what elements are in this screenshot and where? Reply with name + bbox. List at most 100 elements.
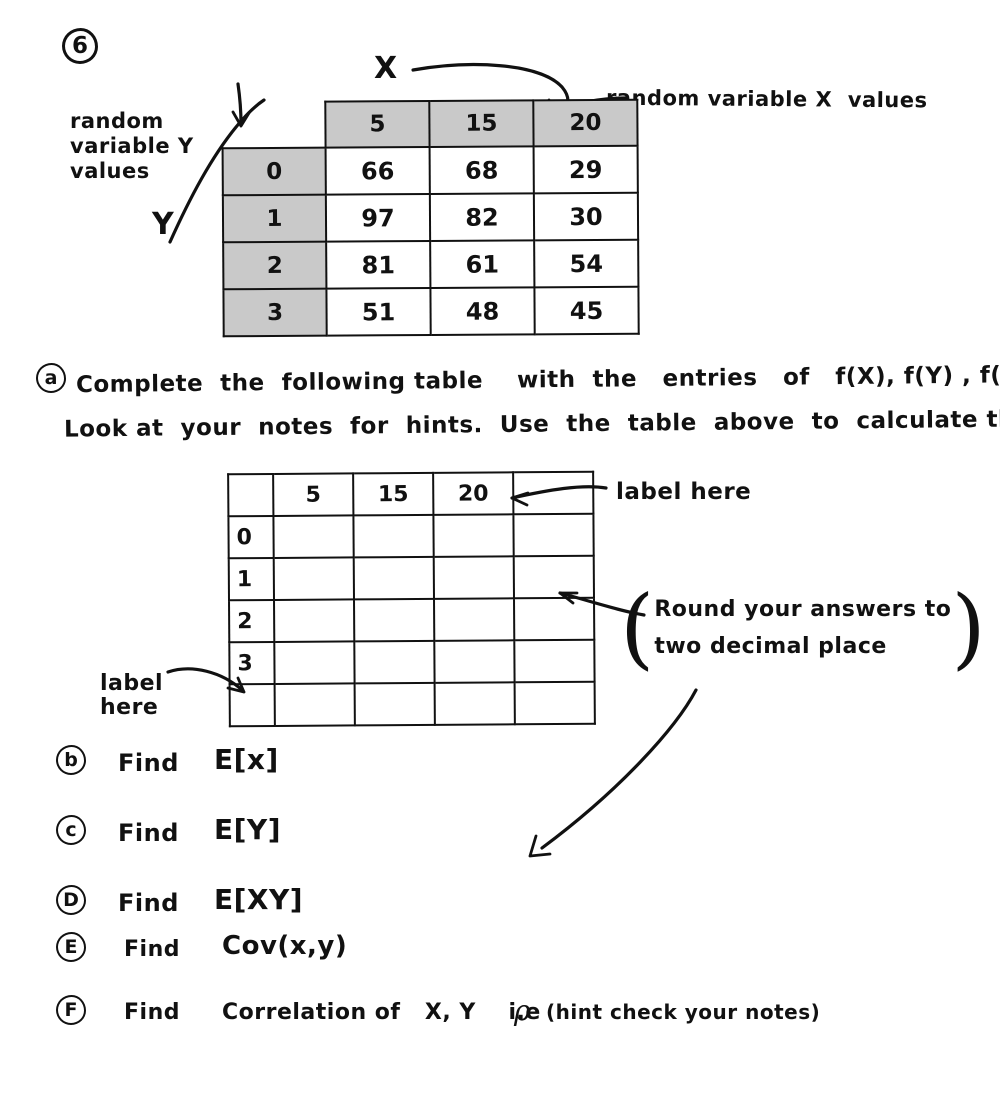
question-a-bullet: a bbox=[36, 363, 66, 393]
row-label-0: 0 bbox=[222, 147, 326, 196]
blank-row-label-0: 0 bbox=[228, 515, 274, 559]
blank-cell-r2-c1[interactable] bbox=[354, 598, 435, 642]
table-row: 0 66 68 29 bbox=[222, 145, 638, 196]
close-paren: ) bbox=[951, 576, 986, 679]
blank-table-header-row: 5 15 20 bbox=[228, 471, 594, 517]
y-values-note-line-3: values bbox=[70, 159, 150, 183]
column-header-2: 20 bbox=[533, 99, 638, 147]
row-label-2: 2 bbox=[223, 241, 327, 290]
question-c-marker: c bbox=[56, 815, 86, 845]
question-e-verb: Find bbox=[124, 937, 180, 962]
x-axis-label: X bbox=[374, 51, 398, 86]
blank-cell-r4-c3[interactable] bbox=[514, 681, 595, 725]
x-values-note: random variable X values bbox=[605, 85, 928, 113]
question-d-marker: D bbox=[56, 885, 86, 915]
question-f-bullet: F bbox=[56, 995, 86, 1025]
blank-cell-r4-c2[interactable] bbox=[434, 682, 515, 725]
blank-cell-r4-c0[interactable] bbox=[274, 683, 355, 726]
question-c-bullet: c bbox=[56, 815, 86, 845]
open-paren: ( bbox=[620, 576, 655, 679]
blank-table[interactable]: 5 15 20 0 1 2 3 bbox=[227, 471, 596, 728]
question-e-marker: E bbox=[56, 932, 86, 962]
answer-table: 5 15 20 0 1 2 3 bbox=[227, 471, 596, 728]
blank-row-label-2: 2 bbox=[229, 599, 275, 643]
cell-r2-c2: 54 bbox=[534, 239, 639, 288]
problem-number: 6 bbox=[62, 28, 98, 64]
problem-number-marker: 6 bbox=[62, 28, 98, 64]
blank-cell-r2-c2[interactable] bbox=[433, 598, 515, 641]
question-b-bullet: b bbox=[56, 745, 86, 775]
blank-cell-r4-c1[interactable] bbox=[354, 682, 435, 726]
cell-r1-c1: 82 bbox=[429, 193, 535, 242]
cell-r0-c0: 66 bbox=[325, 147, 430, 195]
cell-r3-c0: 51 bbox=[326, 288, 431, 336]
blank-cell-r3-c3[interactable] bbox=[514, 639, 595, 683]
table-header-row: 5 15 20 bbox=[222, 99, 638, 149]
data-table: 5 15 20 0 66 68 29 1 97 82 30 2 81 61 54… bbox=[221, 99, 639, 338]
blank-cell-r3-c0[interactable] bbox=[274, 641, 355, 684]
blank-cell-r0-c1[interactable] bbox=[353, 514, 434, 558]
question-d-verb: Find bbox=[118, 889, 179, 917]
blank-row-label-3: 3 bbox=[229, 641, 275, 685]
question-f-expression-prefix: Correlation of X, Y i.e bbox=[222, 1000, 541, 1025]
blank-cell-r1-c3[interactable] bbox=[513, 555, 594, 599]
y-values-note-line-2: variable Y bbox=[70, 134, 194, 158]
question-e-expression: Cov(x,y) bbox=[222, 931, 348, 961]
cell-r0-c1: 68 bbox=[429, 146, 534, 195]
cell-r1-c0: 97 bbox=[325, 194, 431, 242]
table-row: 1 97 82 30 bbox=[222, 192, 639, 243]
blank-cell-r2-c3[interactable] bbox=[513, 597, 595, 641]
question-c-verb: Find bbox=[118, 819, 179, 847]
blank-cell-r3-c2[interactable] bbox=[434, 640, 515, 683]
blank-cell-r2-c0[interactable] bbox=[274, 599, 355, 642]
column-header-1: 15 bbox=[429, 100, 534, 148]
question-d-expression: E[XY] bbox=[214, 883, 304, 916]
question-e-bullet: E bbox=[56, 932, 86, 962]
blank-row-label-1: 1 bbox=[228, 557, 275, 601]
row-label-1: 1 bbox=[222, 194, 327, 243]
question-a-line-1: Complete the following table with the en… bbox=[75, 361, 1000, 399]
table-row: 1 bbox=[228, 555, 594, 601]
blank-column-header-3[interactable] bbox=[513, 471, 594, 515]
question-d-bullet: D bbox=[56, 885, 86, 915]
table-row: 0 bbox=[228, 513, 594, 559]
table-row: 2 bbox=[229, 597, 595, 643]
blank-column-header-1: 15 bbox=[353, 472, 434, 516]
label-here-top: label here bbox=[616, 479, 752, 505]
y-axis-label: Y bbox=[152, 207, 175, 242]
label-here-bottom-line-2: here bbox=[100, 695, 159, 720]
cell-r0-c2: 29 bbox=[533, 145, 638, 194]
y-values-note-line-1: random bbox=[70, 109, 164, 133]
blank-cell-r1-c1[interactable] bbox=[353, 556, 434, 600]
table-row: 3 51 48 45 bbox=[223, 286, 639, 337]
blank-cell-r3-c1[interactable] bbox=[354, 640, 435, 684]
blank-cell-r0-c0[interactable] bbox=[273, 515, 354, 558]
cell-r2-c0: 81 bbox=[326, 241, 431, 289]
table-row bbox=[229, 681, 595, 727]
question-f-verb: Find bbox=[124, 1000, 180, 1025]
question-b-verb: Find bbox=[118, 749, 179, 777]
question-a-line-2: Look at your notes for hints. Use the ta… bbox=[63, 406, 1000, 443]
cell-r2-c1: 61 bbox=[430, 240, 535, 289]
joint-frequency-table: 5 15 20 0 66 68 29 1 97 82 30 2 81 61 54… bbox=[221, 99, 639, 338]
blank-cell-r1-c0[interactable] bbox=[273, 557, 355, 600]
round-note-line-1: Round your answers to bbox=[654, 596, 952, 622]
question-f-hint: (hint check your notes) bbox=[546, 1000, 821, 1024]
question-a-marker: a bbox=[36, 363, 66, 393]
table-row: 3 bbox=[229, 639, 595, 685]
question-b-marker: b bbox=[56, 745, 86, 775]
table-row: 2 81 61 54 bbox=[223, 239, 639, 290]
blank-corner-cell[interactable] bbox=[228, 473, 274, 517]
cell-r3-c2: 45 bbox=[534, 286, 639, 335]
blank-cell-r0-c3[interactable] bbox=[513, 513, 594, 557]
rounding-note: ( Round your answers to two decimal plac… bbox=[620, 584, 986, 672]
row-label-3: 3 bbox=[223, 288, 327, 337]
question-f-rho-symbol: ρ bbox=[514, 994, 531, 1027]
blank-cell-r1-c2[interactable] bbox=[433, 556, 514, 599]
question-f-marker: F bbox=[56, 995, 86, 1025]
blank-row-label-4[interactable] bbox=[229, 683, 275, 727]
question-b-expression: E[x] bbox=[214, 743, 279, 776]
blank-cell-r0-c2[interactable] bbox=[433, 514, 514, 557]
blank-column-header-2: 20 bbox=[433, 472, 514, 515]
column-header-0: 5 bbox=[325, 101, 430, 148]
